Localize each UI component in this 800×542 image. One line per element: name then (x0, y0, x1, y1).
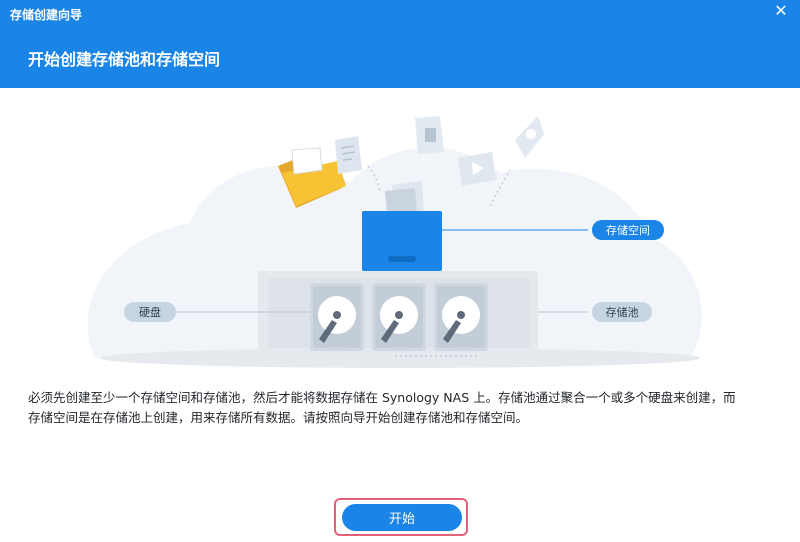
disk-label: 硬盘 (139, 305, 161, 319)
hard-disk-icon (372, 283, 426, 351)
dialog-header: 存储创建向导 ✕ 开始创建存储池和存储空间 (0, 0, 800, 88)
hard-disk-icon (434, 283, 488, 351)
video-icon (458, 152, 496, 186)
volume-label: 存储空间 (606, 223, 650, 237)
pool-label: 存储池 (606, 305, 639, 319)
storage-illustration: 存储空间 硬盘 存储池 (87, 116, 702, 368)
description-line: 必须先创建至少一个存储空间和存储池，然后才能将数据存储在 Synology NA… (28, 390, 736, 405)
document-icon (335, 136, 362, 174)
page-title: 开始创建存储池和存储空间 (28, 50, 221, 69)
window-title: 存储创建向导 (10, 8, 83, 22)
hard-disk-icon (310, 283, 364, 351)
description-line: 存储空间是在存储池上创建，用来存储所有数据。请按照向导开始创建存储池和存储空间。 (28, 410, 529, 425)
storage-wizard-dialog: 存储创建向导 ✕ 开始创建存储池和存储空间 存储空间 硬盘 存储池 必须先创建至… (0, 0, 800, 542)
file-sheet (385, 188, 417, 213)
rocket-icon (515, 116, 544, 158)
volume-box-handle (388, 256, 416, 262)
close-button[interactable]: ✕ (772, 2, 790, 20)
media-file-icon (415, 116, 444, 154)
description-text: 必须先创建至少一个存储空间和存储池，然后才能将数据存储在 Synology NA… (28, 388, 773, 428)
start-button[interactable]: 开始 (342, 504, 462, 531)
